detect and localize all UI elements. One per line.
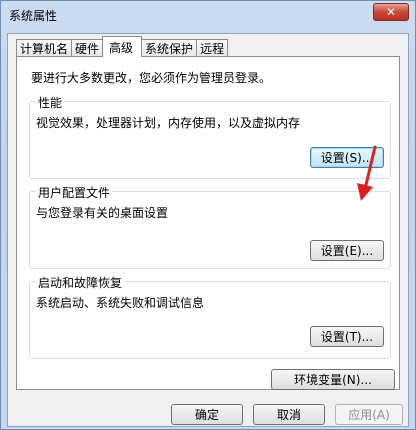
system-properties-window: 系统属性 ✕ 计算机名 硬件 高级 系统保护 远程 要进行大多数更改，您必须作为… [0,0,416,430]
tab-computer-name[interactable]: 计算机名 [16,39,73,57]
performance-title: 性能 [36,94,65,111]
user-profiles-settings-button[interactable]: 设置(E)... [310,240,384,261]
admin-notice: 要进行大多数更改，您必须作为管理员登录。 [31,71,272,85]
red-arrow-annotation [357,145,377,201]
startup-recovery-settings-button[interactable]: 设置(T)... [310,326,384,347]
window-title: 系统属性 [9,9,58,23]
environment-variables-button[interactable]: 环境变量(N)... [271,369,395,390]
user-profiles-title: 用户配置文件 [36,184,113,201]
ok-button[interactable]: 确定 [171,404,243,425]
advanced-panel: 要进行大多数更改，您必须作为管理员登录。 性能 视觉效果，处理器计划，内存使用，… [16,56,400,390]
close-icon: ✕ [385,5,397,19]
close-button[interactable]: ✕ [373,3,409,21]
title-bar[interactable]: 系统属性 ✕ [1,1,415,29]
tab-advanced[interactable]: 高级 [102,36,143,57]
performance-description: 视觉效果，处理器计划，内存使用，以及虚拟内存 [36,116,301,130]
user-profiles-group: 用户配置文件 与您登录有关的桌面设置 设置(E)... [29,184,391,269]
startup-recovery-title: 启动和故障恢复 [36,274,125,291]
tab-hardware[interactable]: 硬件 [71,39,104,57]
tab-remote[interactable]: 远程 [196,39,229,57]
tab-strip: 计算机名 硬件 高级 系统保护 远程 [16,36,229,57]
tab-system-protection[interactable]: 系统保护 [141,39,198,57]
dialog-content: 计算机名 硬件 高级 系统保护 远程 要进行大多数更改，您必须作为管理员登录。 … [7,33,409,427]
cancel-button[interactable]: 取消 [253,404,325,425]
apply-button[interactable]: 应用(A) [335,404,403,425]
startup-recovery-group: 启动和故障恢复 系统启动、系统失败和调试信息 设置(T)... [29,274,391,359]
user-profiles-description: 与您登录有关的桌面设置 [36,206,169,220]
performance-group: 性能 视觉效果，处理器计划，内存使用，以及虚拟内存 设置(S)... [29,94,391,179]
startup-recovery-description: 系统启动、系统失败和调试信息 [36,296,205,310]
